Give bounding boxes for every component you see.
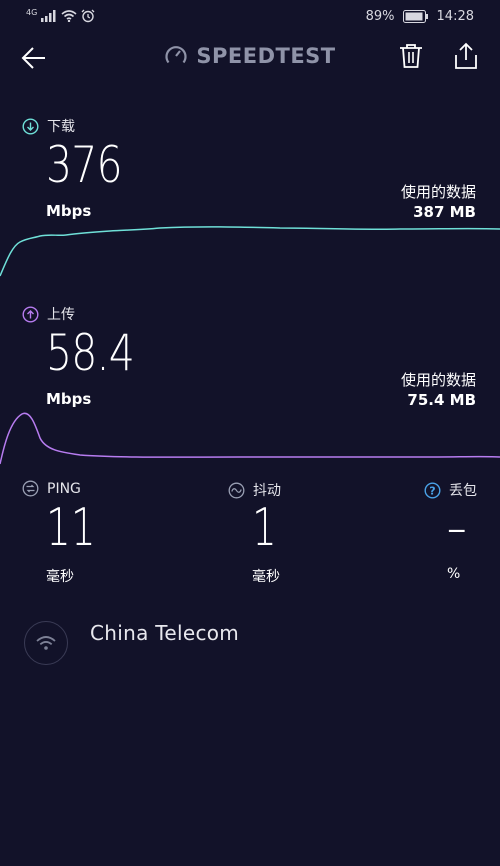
status-left: 4G <box>26 9 95 23</box>
download-arrow-icon <box>22 117 39 135</box>
share-button[interactable] <box>453 42 479 70</box>
alarm-icon <box>81 9 95 23</box>
download-graph <box>0 226 500 277</box>
jitter-unit: 毫秒 <box>252 569 280 585</box>
ping-icon <box>22 480 39 497</box>
speedometer-icon <box>165 46 187 64</box>
jitter-label: 抖动 <box>228 480 281 500</box>
trash-icon <box>400 44 422 68</box>
upload-graph <box>0 412 500 465</box>
upload-data-used: 使用的数据 75.4 MB <box>401 370 476 410</box>
upload-speed-value: 58.4 <box>46 324 135 382</box>
ping-value: 11 <box>46 498 96 558</box>
wifi-icon <box>36 636 56 650</box>
download-label: 下载 <box>22 116 75 136</box>
delete-button[interactable] <box>398 42 424 70</box>
packet-loss-value: – <box>447 498 467 558</box>
upload-arrow-icon <box>22 305 39 323</box>
download-data-used: 使用的数据 387 MB <box>401 182 476 222</box>
jitter-icon <box>228 482 245 498</box>
jitter-value: 1 <box>252 498 277 558</box>
ping-unit: 毫秒 <box>46 569 74 585</box>
download-speed-value: 376 <box>46 136 123 194</box>
isp-wifi-badge <box>24 621 68 665</box>
ping-label: PING <box>22 480 81 497</box>
share-icon <box>455 42 477 69</box>
network-type: 4G <box>26 8 38 17</box>
signal-icon <box>41 10 56 22</box>
svg-text:?: ? <box>429 484 435 497</box>
upload-graph-line <box>0 412 500 465</box>
clock: 14:28 <box>436 9 474 24</box>
app-title: SPEEDTEST <box>196 44 336 68</box>
isp-name: China Telecom <box>90 621 240 645</box>
help-icon[interactable]: ? <box>424 481 441 499</box>
upload-label: 上传 <box>22 304 75 324</box>
packet-loss-unit: % <box>447 566 461 582</box>
status-right: 89% 14:28 <box>366 9 474 24</box>
app-header: SPEEDTEST <box>0 44 500 72</box>
download-graph-line <box>0 226 500 277</box>
upload-data-used-label: 使用的数据 <box>400 371 476 389</box>
download-data-used-label: 使用的数据 <box>400 183 476 201</box>
packet-loss-label[interactable]: ? 丢包 <box>424 480 477 500</box>
battery-percent: 89% <box>365 9 395 24</box>
status-bar: 4G 89% 14:28 <box>0 0 500 36</box>
battery-icon <box>402 10 428 23</box>
wifi-status-icon <box>61 10 77 22</box>
